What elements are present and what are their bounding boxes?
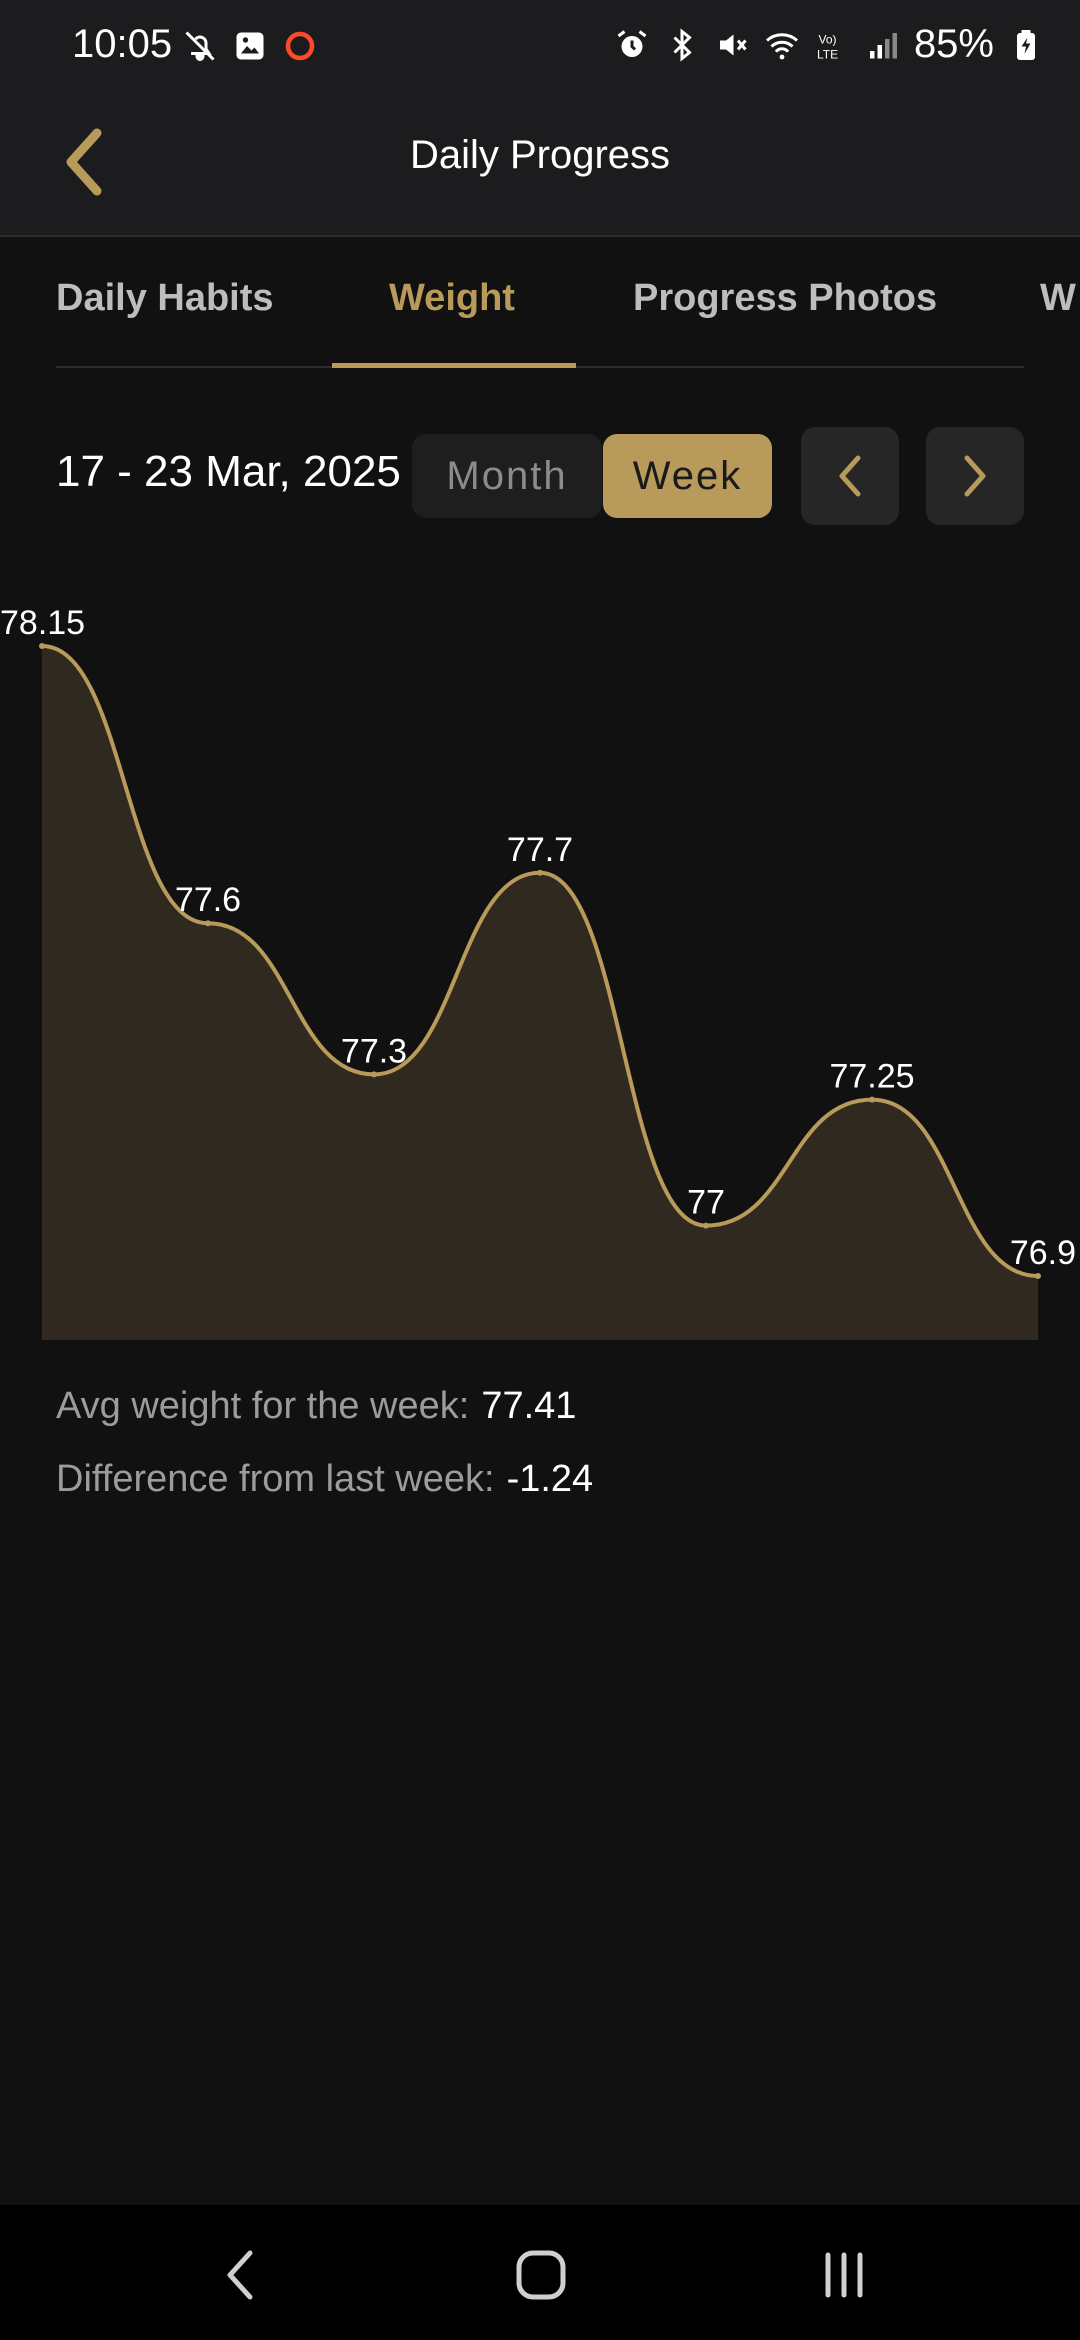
tab-progress-photos[interactable]: Progress Photos [633,277,937,320]
weight-point [537,869,543,876]
tab-bar: Daily Habits Weight Progress Photos W [0,237,1080,369]
nav-back-button[interactable] [180,2235,300,2315]
status-right-icons: Vo) LTE 85% [614,22,1044,67]
weight-point [1035,1273,1041,1279]
tab-daily-habits[interactable]: Daily Habits [56,277,274,320]
active-tab-indicator [332,363,576,368]
avg-weight-row: Avg weight for the week: 77.41 [56,1385,593,1428]
recents-icon [825,2252,863,2298]
weight-difference-row: Difference from last week: -1.24 [56,1458,593,1501]
weight-data-label: 76.9 [1010,1234,1076,1272]
status-bar: 10:05 Vo) LTE 85% [0,0,1080,95]
chevron-left-icon [839,455,861,497]
nav-home-button[interactable] [481,2235,601,2315]
weight-data-label: 77.6 [175,881,241,919]
weight-difference-label: Difference from last week: [56,1458,495,1500]
month-toggle[interactable]: Month [412,434,602,518]
weight-point [703,1222,709,1229]
mute-icon [719,34,747,55]
home-icon [516,2250,566,2300]
avg-weight-value: 77.41 [481,1385,577,1427]
battery-percent: 85% [913,22,994,66]
record-icon [285,31,315,61]
next-period-button[interactable] [926,427,1024,525]
weight-data-label: 77 [687,1184,725,1222]
weight-chart: 78.15 77.6 77.3 77.7 77 77.25 76.9 [0,590,1080,1350]
week-toggle[interactable]: Week [603,434,772,518]
signal-icon [869,32,897,58]
wifi-icon [765,32,798,59]
status-time: 10:05 [72,22,173,66]
period-row: 17 - 23 Mar, 2025 Month Week [0,425,1080,525]
avg-weight-label: Avg weight for the week: [56,1385,470,1427]
image-icon [236,32,264,60]
weight-difference-value: -1.24 [506,1458,594,1500]
notifications-off-icon [185,31,215,61]
tab-weight[interactable]: Weight [389,277,515,320]
system-nav-bar [0,2205,1080,2340]
bluetooth-icon [673,27,692,62]
weight-area-fill [42,646,1038,1340]
page-title: Daily Progress [409,133,671,177]
date-range: 17 - 23 Mar, 2025 [56,447,401,496]
alarm-icon [617,29,647,57]
weight-data-label: 77.25 [829,1058,914,1096]
back-icon [227,2250,253,2300]
status-left-icons [182,28,318,64]
battery-charging-icon [1017,29,1035,60]
weight-data-label: 77.3 [341,1032,407,1070]
weight-data-label: 78.15 [0,604,85,642]
previous-period-button[interactable] [801,427,899,525]
app-header: Daily Progress [0,95,1080,237]
volte-icon: Vo)LTE [817,32,838,61]
weight-chart-svg: 78.15 77.6 77.3 77.7 77 77.25 76.9 [0,604,1076,1340]
weight-point [39,643,45,649]
svg-text:LTE: LTE [817,47,838,61]
weight-point [371,1071,377,1078]
nav-recents-button[interactable] [784,2235,904,2315]
chevron-right-icon [964,455,986,497]
tab-next[interactable]: W [1040,277,1076,320]
weight-stats: Avg weight for the week: 77.41 Difference… [56,1385,593,1531]
weight-point [205,920,211,927]
weight-point [869,1096,875,1103]
weight-data-label: 77.7 [507,831,573,869]
svg-text:Vo): Vo) [818,32,836,46]
